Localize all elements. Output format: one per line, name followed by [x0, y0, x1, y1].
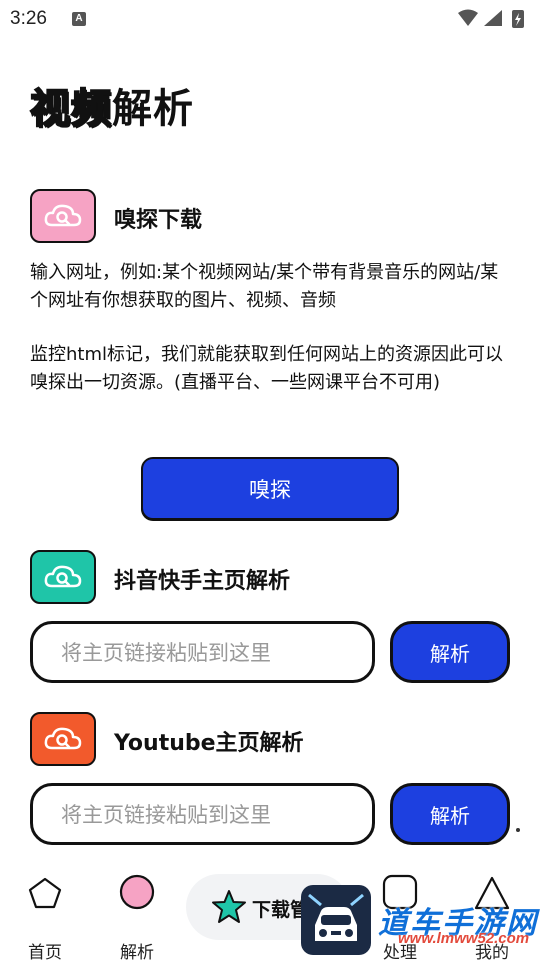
douyin-icon-box [30, 550, 96, 604]
youtube-section-title: Youtube主页解析 [114, 731, 304, 756]
cloud-search-icon [44, 565, 82, 588]
status-time: 3:26 [10, 8, 47, 29]
nav-home-label: 首页 [28, 943, 62, 960]
sniff-description-1: 输入网址，例如:某个视频网站/某个带有背景音乐的网站/某个网址有你想获取的图片、… [30, 262, 499, 311]
sniff-section-title: 嗅探下载 [114, 208, 203, 233]
watermark-url: www.lmww52.com [398, 930, 530, 947]
circle-icon [119, 874, 155, 910]
wifi-icon [458, 9, 478, 26]
youtube-icon-box [30, 712, 96, 766]
cloud-search-icon [44, 727, 82, 750]
star-icon [212, 890, 246, 923]
youtube-url-input[interactable]: 将主页链接粘贴到这里 [30, 783, 375, 845]
douyin-parse-button[interactable]: 解析 [390, 621, 510, 683]
page-title-solid: 解析 [112, 86, 194, 132]
status-icons [458, 9, 524, 28]
a-icon: A [72, 12, 86, 26]
car-icon [308, 893, 364, 941]
watermark-logo [301, 885, 371, 955]
youtube-parse-button[interactable]: 解析 [390, 783, 510, 845]
sniff-button[interactable]: 嗅探 [141, 457, 399, 520]
status-bar: 3:26 A [0, 0, 540, 40]
pentagon-icon [28, 877, 62, 909]
douyin-url-input[interactable]: 将主页链接粘贴到这里 [30, 621, 375, 683]
douyin-section-header: 抖音快手主页解析 [30, 550, 510, 604]
cloud-search-icon [44, 204, 82, 227]
signal-icon [484, 10, 502, 26]
sniff-section-header: 嗅探下载 [30, 189, 510, 243]
sniff-icon-box [30, 189, 96, 243]
youtube-section-header: Youtube主页解析 [30, 712, 510, 766]
page-title-outline: 视频 [29, 85, 112, 133]
sniff-description-2: 监控html标记，我们就能获取到任何网站上的资源因此可以嗅探出一切资源。(直播平… [30, 344, 503, 393]
nav-home[interactable]: 首页 [15, 874, 75, 960]
scroll-indicator [516, 828, 520, 832]
page-title: 视频解析 [29, 76, 194, 134]
nav-parse-label: 解析 [120, 943, 154, 960]
nav-parse[interactable]: 解析 [107, 874, 167, 960]
douyin-section-title: 抖音快手主页解析 [114, 569, 291, 594]
